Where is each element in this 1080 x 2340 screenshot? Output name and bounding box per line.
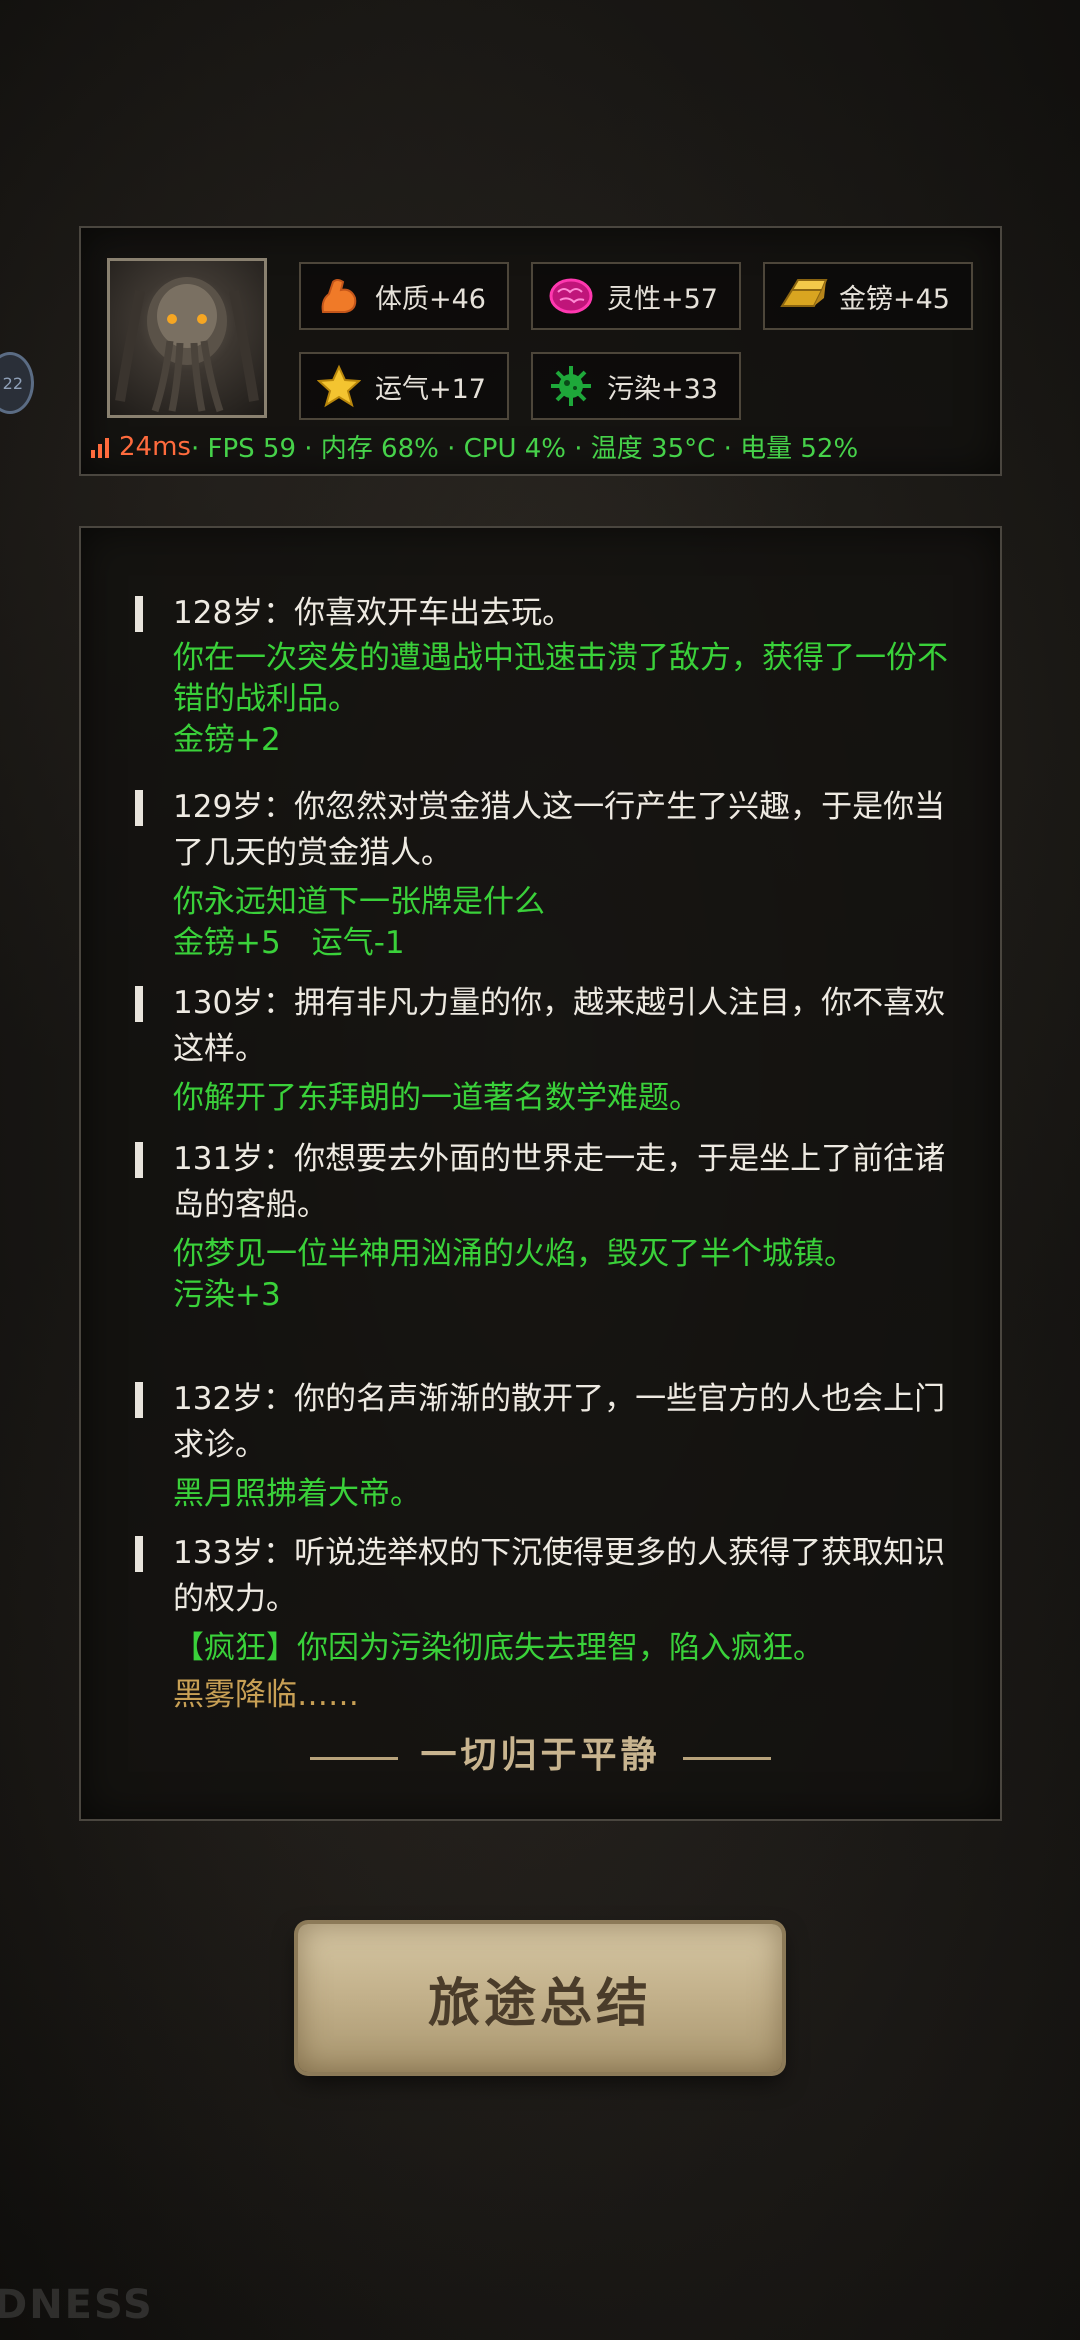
stat-gold-value: 金镑+45 <box>839 283 950 315</box>
ping-value: 24ms <box>119 431 191 462</box>
entry-age-text: 133岁：听说选举权的下沉使得更多的人获得了获取知识的权力。 <box>173 1535 946 1617</box>
stat-pollution-value: 污染+33 <box>607 373 718 405</box>
performance-overlay: 24ms · FPS 59 · 内存 68% · CPU 4% · 温度 35°… <box>91 428 858 465</box>
life-log-panel[interactable]: 128岁：你喜欢开车出去玩。 你在一次突发的遭遇战中迅速击溃了敌方，获得了一份不… <box>79 526 1002 1821</box>
divider-line-left <box>310 1756 399 1760</box>
stat-pollution: 污染+33 <box>531 352 741 420</box>
log-entry: 128岁：你喜欢开车出去玩。 你在一次突发的遭遇战中迅速击溃了敌方，获得了一份不… <box>135 590 955 761</box>
side-badge-label: 22 <box>2 373 23 393</box>
flexed-arm-icon <box>313 270 365 322</box>
stat-gold: 金镑+45 <box>763 262 973 330</box>
stat-luck-value: 运气+17 <box>375 373 486 405</box>
ending-divider: 一切归于平静 <box>81 1726 1000 1778</box>
star-icon <box>313 360 365 412</box>
perf-stats-text: · FPS 59 · 内存 68% · CPU 4% · 温度 35°C · 电… <box>190 434 859 464</box>
watermark-text: DNESS <box>0 2282 154 2328</box>
cthulhu-portrait-icon <box>115 277 259 413</box>
virus-icon <box>545 360 597 412</box>
stat-luck: 运气+17 <box>299 352 509 420</box>
entry-event-text: 你梦见一位半神用汹涌的火焰，毁灭了半个城镇。 <box>173 1236 855 1272</box>
entry-age-text: 131岁：你想要去外面的世界走一走，于是坐上了前往诸岛的客船。 <box>173 1141 946 1223</box>
entry-age-text: 129岁：你忽然对赏金猎人这一行产生了兴趣，于是你当了几天的赏金猎人。 <box>173 789 946 871</box>
entry-event-text: 黑月照拂着大帝。 <box>173 1476 421 1512</box>
brain-icon <box>545 270 597 322</box>
stat-constitution: 体质+46 <box>299 262 509 330</box>
signal-bars-icon <box>91 436 109 458</box>
entry-marker <box>135 596 143 632</box>
character-avatar[interactable] <box>107 258 267 418</box>
entry-marker <box>135 1142 143 1178</box>
entry-ending-note: 黑雾降临…… <box>173 1677 359 1713</box>
stat-spirit-value: 灵性+57 <box>607 283 718 315</box>
log-entry: 131岁：你想要去外面的世界走一走，于是坐上了前往诸岛的客船。 你梦见一位半神用… <box>135 1136 955 1316</box>
journey-summary-label: 旅途总结 <box>427 1972 652 2034</box>
journey-summary-button[interactable]: 旅途总结 <box>298 1924 782 2072</box>
entry-effect-text: 金镑+5 运气-1 <box>173 925 405 961</box>
entry-age-text: 128岁：你喜欢开车出去玩。 <box>173 595 574 631</box>
entry-marker <box>135 1536 143 1572</box>
entry-marker <box>135 790 143 826</box>
log-entry: 133岁：听说选举权的下沉使得更多的人获得了获取知识的权力。 【疯狂】你因为污染… <box>135 1530 955 1716</box>
entry-effect-text: 金镑+2 <box>173 722 281 758</box>
entry-event-text: 你永远知道下一张牌是什么 <box>173 884 545 920</box>
entry-event-text: 【疯狂】你因为污染彻底失去理智，陷入疯狂。 <box>173 1630 824 1666</box>
entry-marker <box>135 986 143 1022</box>
character-stats-panel: 体质+46 灵性+57 金镑+45 运气+17 污染+33 24ms · FPS… <box>79 226 1002 476</box>
entry-age-text: 130岁：拥有非凡力量的你，越来越引人注目，你不喜欢这样。 <box>173 985 946 1067</box>
gold-bar-icon <box>777 270 829 322</box>
log-entry: 129岁：你忽然对赏金猎人这一行产生了兴趣，于是你当了几天的赏金猎人。 你永远知… <box>135 784 955 964</box>
entry-age-text: 132岁：你的名声渐渐的散开了，一些官方的人也会上门求诊。 <box>173 1381 946 1463</box>
divider-line-right <box>682 1756 771 1760</box>
entry-event-text: 你在一次突发的遭遇战中迅速击溃了敌方，获得了一份不错的战利品。 <box>173 640 948 717</box>
ending-text: 一切归于平静 <box>420 1734 661 1776</box>
entry-marker <box>135 1382 143 1418</box>
log-entry: 130岁：拥有非凡力量的你，越来越引人注目，你不喜欢这样。 你解开了东拜朗的一道… <box>135 980 955 1119</box>
stat-spirit: 灵性+57 <box>531 262 741 330</box>
stat-constitution-value: 体质+46 <box>375 283 486 315</box>
log-entry: 132岁：你的名声渐渐的散开了，一些官方的人也会上门求诊。 黑月照拂着大帝。 <box>135 1376 955 1515</box>
entry-effect-text: 污染+3 <box>173 1277 281 1313</box>
entry-event-text: 你解开了东拜朗的一道著名数学难题。 <box>173 1080 700 1116</box>
